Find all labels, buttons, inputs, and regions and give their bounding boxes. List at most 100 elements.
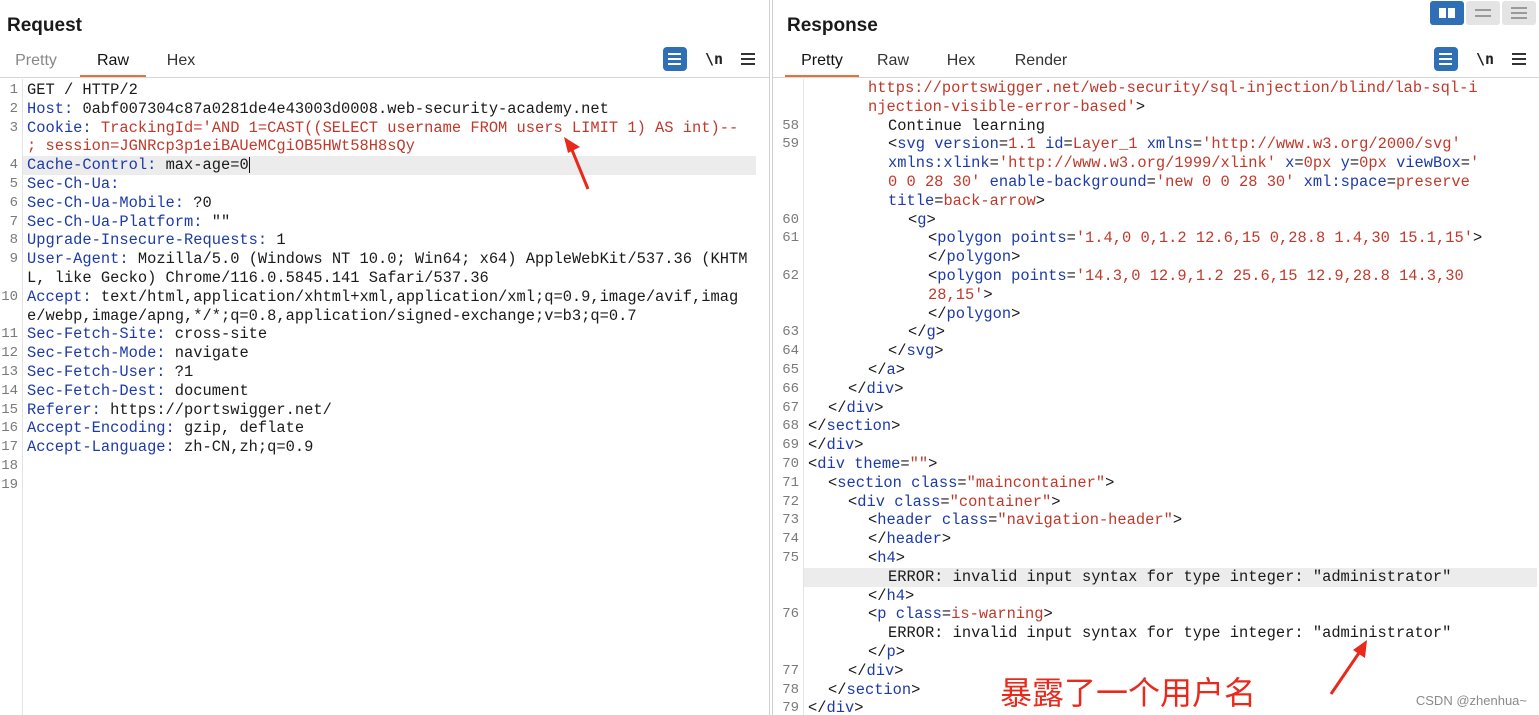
text-token: > — [895, 549, 905, 567]
line-number: 1 — [9, 82, 18, 98]
line-number: 67 — [782, 399, 799, 416]
response-line: Continue learning — [888, 117, 1045, 136]
header-value: text/html,application/xhtml+xml,applicat… — [27, 287, 739, 325]
string-token: 'http://www.w3.org/1999/xlink' — [998, 154, 1276, 173]
line-number: 78 — [782, 681, 799, 698]
response-line: </h4> — [868, 587, 914, 606]
text-token: </ — [888, 342, 907, 361]
request-tab-hex[interactable]: Hex — [157, 49, 205, 75]
annotation-arrow-response — [1329, 640, 1367, 695]
text-token: </ — [868, 586, 887, 605]
tag-token: section class — [837, 473, 958, 492]
line-number: 61 — [782, 230, 799, 247]
header-name: Accept-Encoding: — [27, 419, 175, 438]
response-line: </g> — [908, 323, 945, 342]
line-number: 71 — [782, 474, 799, 491]
request-line: User-Agent: Mozilla/5.0 (Windows NT 10.0… — [27, 250, 755, 288]
request-editor[interactable]: 1 GET / HTTP/2 2 Host: 0abf007304c87a0281de… — [0, 79, 769, 715]
string-token: 'new 0 0 28 30' — [1155, 173, 1295, 191]
wrap-lines-icon[interactable] — [662, 47, 687, 71]
text-token: > — [928, 455, 938, 473]
tag-token: polygon points — [937, 267, 1067, 285]
layout-horizontal-icon[interactable] — [1466, 1, 1500, 25]
text-token: > — [934, 342, 944, 361]
newline-icon[interactable]: \n — [1476, 50, 1494, 68]
string-token: 1.1 — [1008, 135, 1036, 154]
text-token: > — [1011, 248, 1021, 267]
tag-token: div class — [857, 492, 941, 511]
text-token: = — [900, 455, 910, 473]
text-token: </ — [808, 436, 827, 455]
line-number: 16 — [1, 420, 18, 437]
text-token: = — [1386, 173, 1397, 191]
response-tab-raw[interactable]: Raw — [871, 49, 915, 75]
header-name: Sec-Fetch-User: — [27, 363, 166, 381]
response-tab-hex[interactable]: Hex — [939, 49, 983, 75]
text-token: = — [989, 154, 999, 173]
menu-icon[interactable] — [741, 53, 755, 65]
menu-icon[interactable] — [1512, 53, 1526, 65]
header-value — [129, 250, 138, 268]
header-value: ?1 — [174, 363, 194, 381]
response-line: https://portswigger.net/web-security/sql… — [868, 79, 1478, 98]
response-editor[interactable]: https://portswigger.net/web-security/sql… — [773, 79, 1539, 715]
text-token: > — [895, 643, 905, 661]
line-number: 10 — [1, 288, 18, 305]
text-token: > — [894, 661, 904, 680]
response-line: </div> — [848, 662, 903, 681]
text-token: > — [1172, 511, 1183, 530]
string-token: njection-visible-error-based' — [868, 97, 1136, 116]
tag-token: div theme — [817, 455, 901, 473]
response-line: <polygon points='1.4,0 0,1.2 12.6,15 0,2… — [928, 229, 1482, 248]
request-line: Accept-Language: zh-CN,zh;q=0.9 — [27, 438, 755, 457]
line-number: 77 — [782, 662, 799, 679]
tag-token: polygon points — [937, 229, 1067, 248]
header-name: User-Agent: — [27, 250, 129, 269]
line-number: 73 — [782, 512, 799, 529]
line-number: 12 — [1, 345, 18, 362]
header-value — [166, 325, 175, 343]
header-value — [119, 175, 128, 193]
header-value — [166, 363, 175, 381]
header-name: Referer: — [27, 400, 101, 419]
line-number: 65 — [782, 362, 799, 378]
header-value: max-age=0 — [165, 156, 249, 175]
header-value: document — [174, 381, 249, 400]
tag-token: x — [1275, 154, 1295, 173]
line-number: 17 — [1, 439, 18, 456]
string-token: https://portswigger.net/web-security/sql… — [868, 79, 1478, 97]
response-tab-pretty[interactable]: Pretty — [785, 49, 859, 77]
tag-token: a — [886, 361, 896, 379]
tag-token: h4 — [886, 586, 905, 605]
text-token: > — [1051, 492, 1061, 511]
text-token: > — [1043, 605, 1053, 624]
request-line: Cache-Control: max-age=0 — [27, 156, 755, 175]
response-line: </div> — [808, 436, 863, 455]
tag-token: polygon — [946, 248, 1012, 267]
header-value — [267, 231, 276, 249]
line-number: 62 — [782, 268, 799, 284]
line-number: 5 — [9, 176, 18, 192]
request-tab-pretty[interactable]: Pretty — [6, 49, 66, 75]
request-line: Cookie: TrackingId='AND 1=CAST((SELECT u… — [27, 119, 755, 157]
text-token: = — [957, 473, 967, 492]
text-token: > — [874, 398, 884, 417]
layout-vertical-icon[interactable] — [1502, 1, 1536, 25]
text-token: > — [1105, 473, 1115, 492]
text-token: < — [828, 473, 838, 492]
wrap-lines-icon[interactable] — [1433, 47, 1458, 71]
response-line: title=back-arrow> — [888, 192, 1045, 211]
response-line: </header> — [868, 530, 951, 549]
request-tab-raw[interactable]: Raw — [80, 49, 146, 77]
newline-icon[interactable]: \n — [705, 50, 723, 68]
text-token: </ — [908, 323, 927, 342]
response-tab-render[interactable]: Render — [1009, 49, 1073, 75]
text-token: </ — [868, 361, 887, 379]
text-token: > — [911, 680, 921, 699]
tag-token: title — [888, 191, 935, 210]
text-token: > — [895, 361, 905, 379]
text-token: < — [928, 229, 938, 248]
layout-split-icon[interactable] — [1430, 1, 1464, 25]
text-token: ERROR: invalid input syntax for type int… — [888, 567, 1452, 586]
string-token: is-warning — [951, 605, 1044, 624]
